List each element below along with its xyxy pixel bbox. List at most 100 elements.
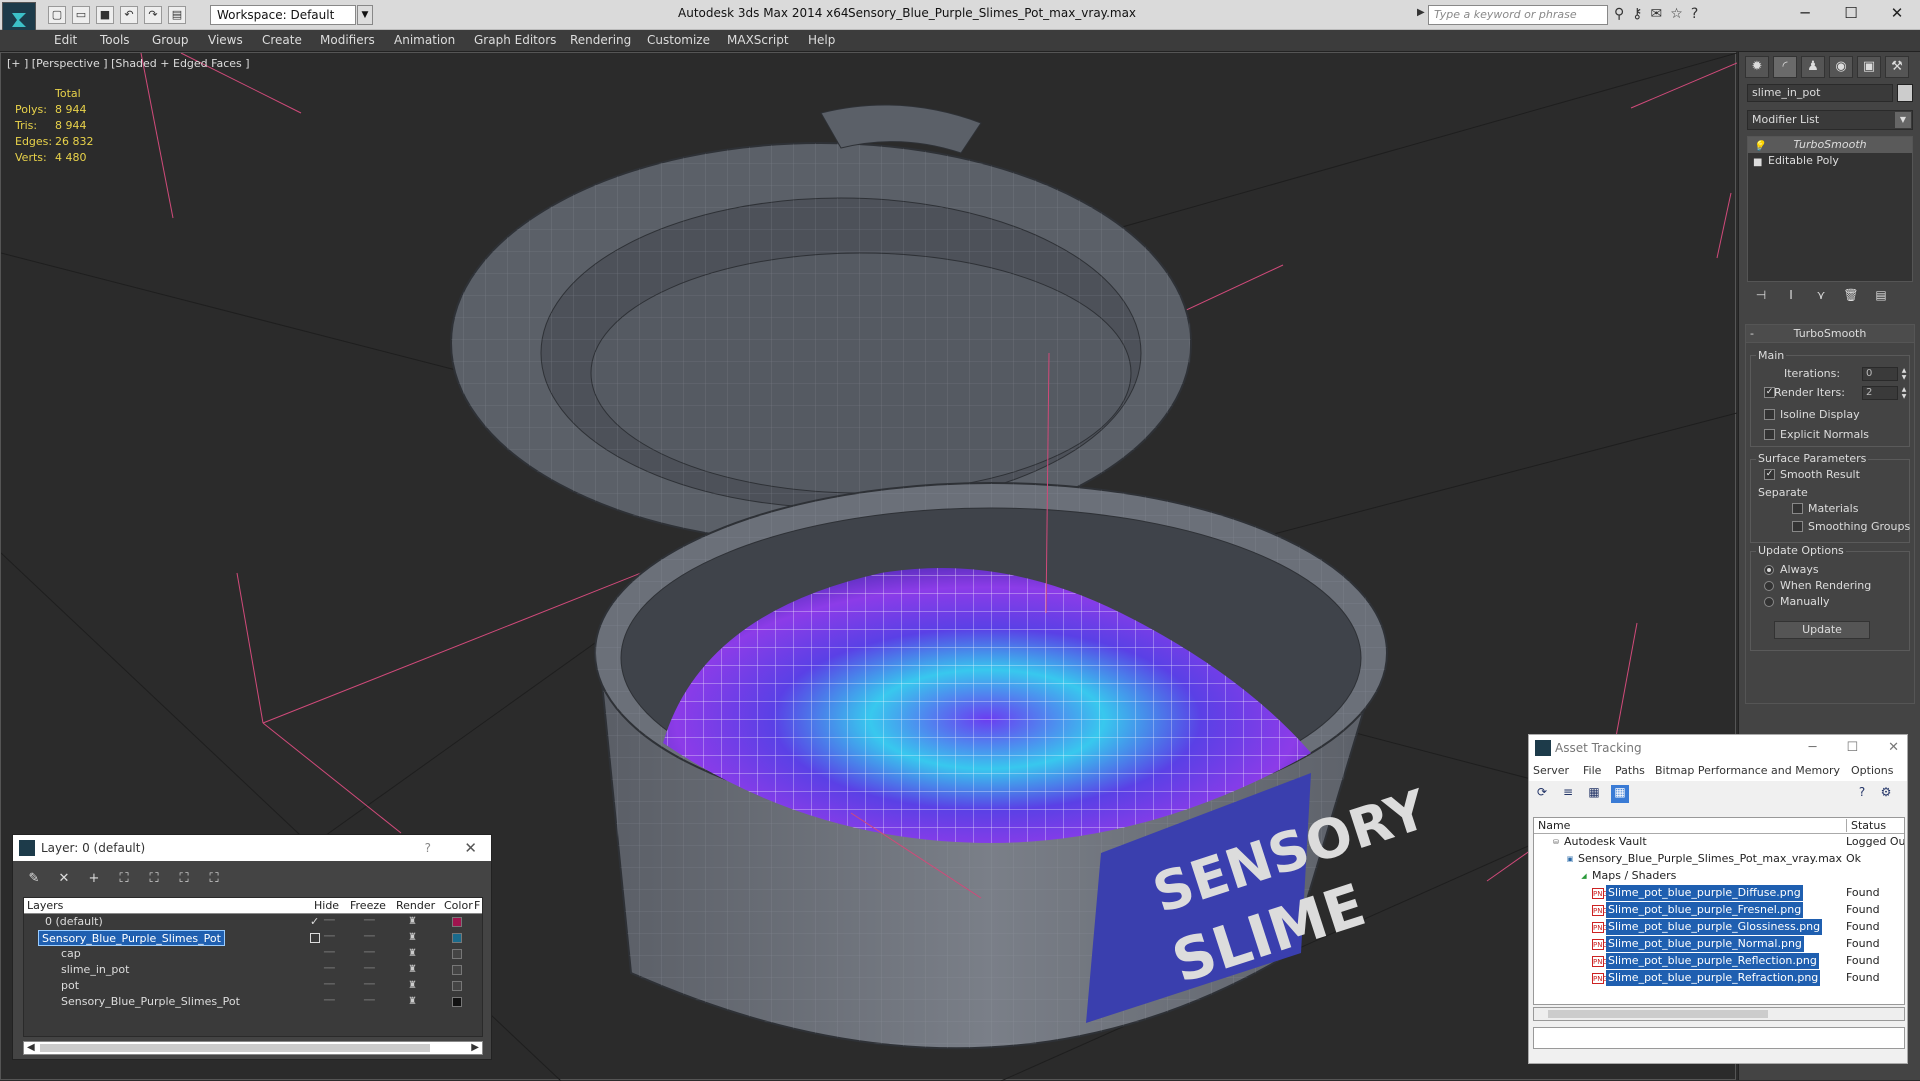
horizontal-scrollbar[interactable]: ◀ ▶ (23, 1041, 483, 1055)
layer-color-swatch[interactable] (452, 933, 462, 943)
hide-toggle[interactable]: ── (324, 978, 335, 993)
close-button[interactable]: ✕ (1874, 0, 1920, 26)
project-folder-icon[interactable]: ▤ (168, 6, 186, 24)
menu-group[interactable]: Group (152, 33, 189, 47)
asset-name[interactable]: Autodesk Vault (1564, 834, 1647, 850)
layer-row[interactable]: slime_in_pot ── ── ♜ (24, 962, 482, 978)
asset-name[interactable]: Sensory_Blue_Purple_Slimes_Pot_max_vray.… (1578, 851, 1842, 867)
render-teapot-icon[interactable]: ♜ (408, 914, 417, 929)
stack-item-turbosmooth[interactable]: 💡 TurboSmooth (1748, 137, 1912, 153)
asset-name[interactable]: Slime_pot_blue_purple_Glossiness.png (1606, 919, 1823, 935)
menu-maxscript[interactable]: MAXScript (727, 33, 789, 47)
menu-modifiers[interactable]: Modifiers (320, 33, 375, 47)
menu-views[interactable]: Views (208, 33, 243, 47)
freeze-toggle[interactable]: ── (364, 962, 375, 977)
menu-edit[interactable]: Edit (54, 33, 77, 47)
configure-sets-icon[interactable]: ▤ (1873, 288, 1889, 306)
make-unique-icon[interactable]: ⋎ (1813, 288, 1829, 306)
layer-name[interactable]: 0 (default) (42, 914, 106, 930)
menu-customize[interactable]: Customize (647, 33, 710, 47)
search-expand-icon[interactable]: ▶ (1417, 7, 1425, 18)
asset-name[interactable]: Maps / Shaders (1592, 868, 1676, 884)
asset-row[interactable]: PNG Slime_pot_blue_purple_Fresnel.png Fo… (1534, 902, 1904, 919)
modify-tab-icon[interactable]: ◜ (1773, 56, 1797, 78)
exchange-icon[interactable]: ✉ (1651, 6, 1663, 22)
col-freeze[interactable]: Freeze (350, 899, 386, 913)
layer-name[interactable]: Sensory_Blue_Purple_Slimes_Pot (58, 994, 243, 1010)
list-view-icon[interactable]: ≡ (1559, 785, 1577, 803)
minimize-icon[interactable]: ─ (1809, 735, 1817, 761)
scroll-thumb[interactable] (1548, 1010, 1768, 1018)
col-name[interactable]: Name (1538, 819, 1570, 832)
menu-animation[interactable]: Animation (394, 33, 455, 47)
show-end-result-icon[interactable]: Ⅰ (1783, 288, 1799, 306)
hierarchy-tab-icon[interactable]: ♟ (1801, 56, 1825, 78)
layer-window-titlebar[interactable]: Layer: 0 (default) ? ✕ (13, 835, 491, 861)
layer-color-swatch[interactable] (452, 981, 462, 991)
collapse-icon[interactable]: - (1750, 325, 1754, 342)
help-icon[interactable]: ? (1691, 6, 1698, 22)
undo-icon[interactable]: ↶ (120, 6, 138, 24)
asset-menu-server[interactable]: Server (1533, 764, 1569, 777)
select-layer-icon[interactable]: ⛶ (145, 871, 163, 889)
render-teapot-icon[interactable]: ♜ (408, 930, 417, 945)
help-icon[interactable]: ? (425, 835, 431, 861)
set-current-layer-icon[interactable]: ⛶ (175, 871, 193, 889)
display-tab-icon[interactable]: ▣ (1857, 56, 1881, 78)
render-iters-spinner[interactable]: 2 (1862, 386, 1898, 400)
isoline-display-checkbox[interactable] (1764, 409, 1775, 420)
spinner-arrows-icon[interactable]: ▲ ▼ (1900, 367, 1908, 381)
object-color-swatch[interactable] (1897, 84, 1913, 102)
help-icon[interactable]: ? (1853, 785, 1871, 803)
asset-row[interactable]: PNG Slime_pot_blue_purple_Glossiness.png… (1534, 919, 1904, 936)
layer-row[interactable]: Sensory_Blue_Purple_Slimes_Pot ── ── ♜ (24, 930, 482, 946)
col-f[interactable]: F (474, 899, 480, 913)
update-button[interactable]: Update (1774, 621, 1870, 639)
workspace-dropdown[interactable]: Workspace: Default ▼ (210, 5, 373, 25)
freeze-toggle[interactable]: ── (364, 946, 375, 961)
when-rendering-radio[interactable] (1764, 581, 1774, 591)
col-color[interactable]: Color (444, 899, 473, 913)
minimize-button[interactable]: ─ (1782, 0, 1828, 26)
col-render[interactable]: Render (396, 899, 435, 913)
layer-color-swatch[interactable] (452, 965, 462, 975)
render-teapot-icon[interactable]: ♜ (408, 946, 417, 961)
render-teapot-icon[interactable]: ♜ (408, 962, 417, 977)
binoculars-icon[interactable]: ⚲ (1614, 6, 1624, 22)
current-layer-box[interactable] (310, 933, 320, 943)
asset-row[interactable]: PNG Slime_pot_blue_purple_Diffuse.png Fo… (1534, 885, 1904, 902)
asset-path-field[interactable] (1533, 1027, 1905, 1049)
open-file-icon[interactable]: ▭ (72, 6, 90, 24)
motion-tab-icon[interactable]: ◉ (1829, 56, 1853, 78)
hide-toggle[interactable]: ── (324, 994, 335, 1009)
refresh-icon[interactable]: ⟳ (1533, 785, 1551, 803)
asset-name[interactable]: Slime_pot_blue_purple_Normal.png (1606, 936, 1804, 952)
add-to-layer-icon[interactable]: + (85, 871, 103, 889)
utilities-tab-icon[interactable]: ⚒ (1885, 56, 1909, 78)
create-tab-icon[interactable]: ✹ (1745, 56, 1769, 78)
chevron-down-icon[interactable]: ▼ (1895, 112, 1911, 128)
layer-row[interactable]: cap ── ── ♜ (24, 946, 482, 962)
chevron-down-icon[interactable]: ▼ (357, 5, 373, 25)
explicit-normals-checkbox[interactable] (1764, 429, 1775, 440)
menu-tools[interactable]: Tools (100, 33, 130, 47)
layer-row[interactable]: 0 (default) ✓ ── ── ♜ (24, 914, 482, 930)
col-hide[interactable]: Hide (314, 899, 339, 913)
layer-color-swatch[interactable] (452, 997, 462, 1007)
horizontal-scrollbar[interactable] (1533, 1007, 1905, 1021)
col-layers[interactable]: Layers (27, 899, 63, 913)
asset-window-titlebar[interactable]: Asset Tracking ─ ☐ ✕ (1529, 735, 1907, 761)
render-teapot-icon[interactable]: ♜ (408, 978, 417, 993)
layer-name[interactable]: cap (58, 946, 84, 962)
current-layer-check-icon[interactable]: ✓ (310, 914, 319, 929)
asset-row[interactable]: PNG Slime_pot_blue_purple_Reflection.png… (1534, 953, 1904, 970)
close-icon[interactable]: ✕ (464, 835, 477, 861)
rollout-header[interactable]: - TurboSmooth (1746, 325, 1914, 343)
freeze-toggle[interactable]: ── (364, 994, 375, 1009)
col-status[interactable]: Status (1846, 819, 1886, 832)
table-view-icon[interactable]: ▦ (1585, 785, 1603, 803)
freeze-toggle[interactable]: ── (364, 930, 375, 945)
object-name-field[interactable]: slime_in_pot (1747, 84, 1893, 102)
redo-icon[interactable]: ↷ (144, 6, 162, 24)
search-input[interactable]: Type a keyword or phrase (1428, 5, 1608, 25)
